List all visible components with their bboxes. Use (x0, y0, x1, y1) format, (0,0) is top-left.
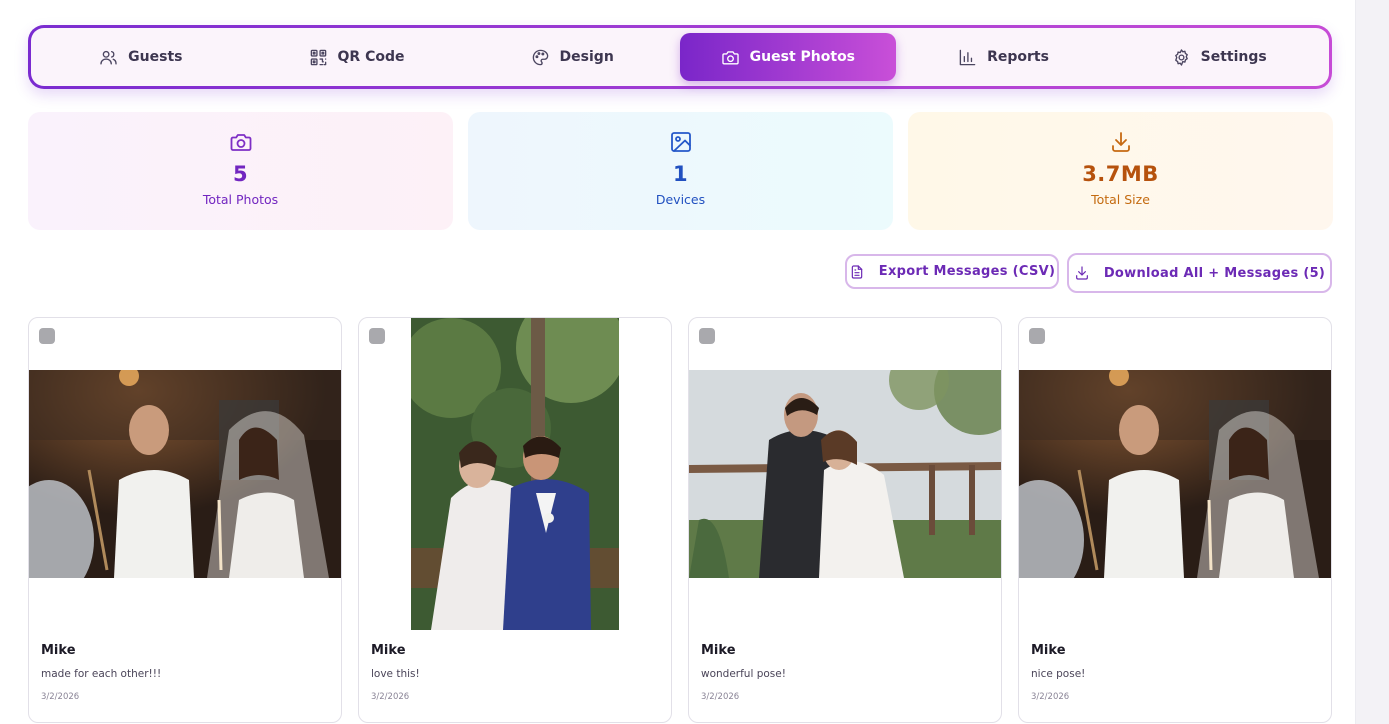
tab-label: Design (559, 49, 614, 65)
guest-photo[interactable] (689, 370, 1001, 578)
tab-qr-code[interactable]: QR Code (249, 33, 465, 81)
photo-card[interactable]: Mike love this! 3/2/2026 (358, 317, 672, 723)
guest-message: wonderful pose! (701, 668, 786, 680)
select-checkbox[interactable] (699, 328, 715, 344)
gear-icon (1174, 48, 1188, 66)
stat-total-photos: 5 Total Photos (28, 112, 453, 230)
stat-value: 1 (672, 162, 689, 186)
qr-code-icon (310, 49, 326, 65)
palette-icon (532, 49, 548, 65)
export-messages-button[interactable]: Export Messages (CSV) (845, 254, 1059, 289)
photo-date: 3/2/2026 (41, 692, 80, 702)
tab-label: Settings (1200, 49, 1267, 65)
camera-icon (721, 50, 739, 65)
photo-card[interactable]: Mike wonderful pose! 3/2/2026 (688, 317, 1002, 723)
image-icon (670, 132, 691, 152)
download-icon (1075, 266, 1088, 280)
tab-guests[interactable]: Guests (33, 33, 249, 81)
guest-message: nice pose! (1031, 668, 1086, 680)
stat-label: Total Photos (202, 192, 279, 207)
download-icon (1111, 132, 1130, 152)
photo-date: 3/2/2026 (1031, 692, 1070, 702)
stat-label: Devices (655, 192, 706, 207)
photo-card[interactable]: Mike nice pose! 3/2/2026 (1018, 317, 1332, 723)
stat-label: Total Size (1091, 192, 1150, 207)
main-panel: Guests QR Code Design Guest Photos Repor… (0, 0, 1356, 724)
guest-photo[interactable] (29, 370, 341, 578)
guest-photo[interactable] (1019, 370, 1331, 578)
tab-design[interactable]: Design (464, 33, 680, 81)
tab-label: Guests (128, 49, 183, 65)
guest-message: love this! (371, 668, 420, 680)
guest-message: made for each other!!! (41, 668, 162, 680)
users-icon (100, 50, 117, 65)
file-text-icon (851, 264, 863, 279)
guest-photo[interactable] (411, 318, 619, 630)
photo-card[interactable]: Mike made for each other!!! 3/2/2026 (28, 317, 342, 723)
bar-chart-icon (959, 49, 976, 65)
tab-bar: Guests QR Code Design Guest Photos Repor… (28, 25, 1332, 89)
guest-name: Mike (371, 643, 406, 658)
button-label: Download All + Messages (5) (1103, 265, 1326, 281)
button-label: Export Messages (CSV) (878, 264, 1056, 279)
stat-value: 5 (232, 162, 249, 186)
select-checkbox[interactable] (1029, 328, 1045, 344)
photo-date: 3/2/2026 (701, 692, 740, 702)
tab-label: Reports (987, 49, 1049, 65)
guest-name: Mike (1031, 643, 1066, 658)
select-checkbox[interactable] (369, 328, 385, 344)
tab-guest-photos[interactable]: Guest Photos (680, 33, 896, 81)
select-checkbox[interactable] (39, 328, 55, 344)
tab-settings[interactable]: Settings (1111, 33, 1327, 81)
guest-name: Mike (701, 643, 736, 658)
stat-devices: 1 Devices (468, 112, 893, 230)
guest-name: Mike (41, 643, 76, 658)
tab-reports[interactable]: Reports (896, 33, 1112, 81)
camera-icon (230, 134, 251, 151)
photo-date: 3/2/2026 (371, 692, 410, 702)
stat-value: 3.7MB (1082, 162, 1159, 186)
stat-total-size: 3.7MB Total Size (908, 112, 1333, 230)
download-all-button[interactable]: Download All + Messages (5) (1067, 253, 1332, 293)
tab-label: Guest Photos (749, 49, 856, 65)
tab-label: QR Code (337, 49, 405, 65)
